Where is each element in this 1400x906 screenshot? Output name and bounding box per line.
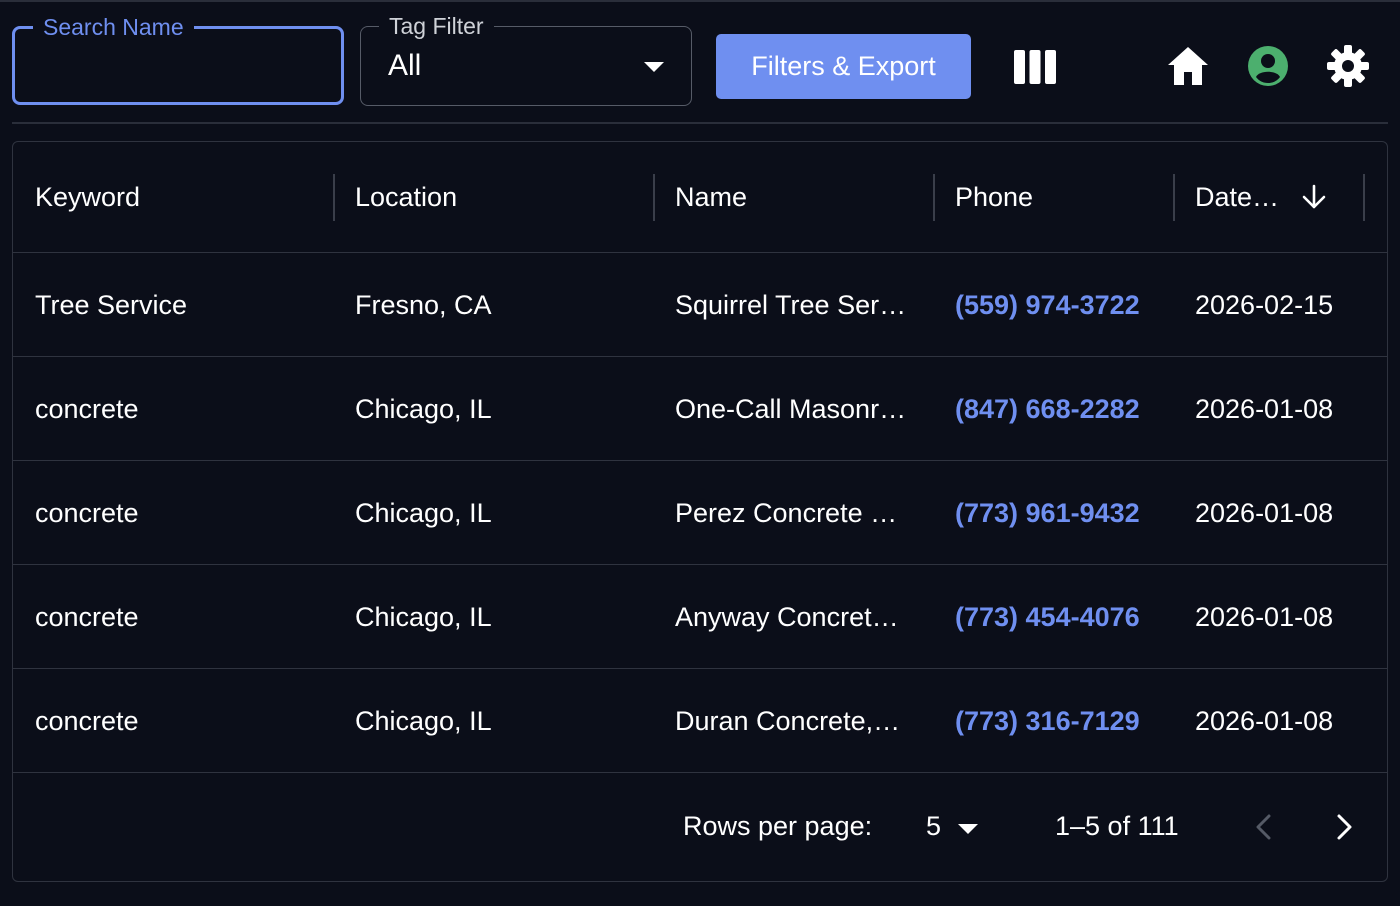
table-row[interactable]: concrete Chicago, IL One-Call Masonr… (8… xyxy=(13,357,1387,461)
column-header-name[interactable]: Name xyxy=(653,142,933,252)
phone-link[interactable]: (847) 668-2282 xyxy=(955,394,1140,425)
chevron-right-icon xyxy=(1337,814,1352,840)
table-row[interactable]: concrete Chicago, IL Perez Concrete … (7… xyxy=(13,461,1387,565)
cell-location: Chicago, IL xyxy=(355,705,492,736)
rows-per-page-value: 5 xyxy=(926,811,942,841)
cell-keyword: concrete xyxy=(35,705,139,736)
cell-location: Chicago, IL xyxy=(355,497,492,528)
table-header: Keyword Location Name Phone Date… xyxy=(13,142,1387,253)
cell-location: Chicago, IL xyxy=(355,601,492,632)
cell-date: 2026-02-15 xyxy=(1195,289,1334,320)
phone-link[interactable]: (773) 316-7129 xyxy=(955,706,1140,737)
rows-per-page-select[interactable]: 5 xyxy=(926,809,996,845)
search-input[interactable] xyxy=(31,43,326,85)
pagination-footer: Rows per page: 5 1–5 of 111 xyxy=(13,775,1387,881)
top-border xyxy=(0,0,1400,2)
pagination-range: 1–5 of 111 xyxy=(1055,811,1179,841)
columns-icon[interactable] xyxy=(1014,50,1056,84)
previous-page-button[interactable] xyxy=(1249,811,1279,843)
column-header-date[interactable]: Date… xyxy=(1173,142,1363,252)
cell-name: One-Call Masonr… xyxy=(675,393,907,424)
search-field[interactable]: Search Name xyxy=(12,13,344,105)
cell-name: Duran Concrete,… xyxy=(675,705,901,736)
column-separator[interactable] xyxy=(1363,174,1365,221)
filters-export-button[interactable]: Filters & Export xyxy=(716,34,971,99)
cell-name: Anyway Concret… xyxy=(675,601,899,632)
cell-date: 2026-01-08 xyxy=(1195,497,1334,528)
cell-name: Squirrel Tree Ser… xyxy=(675,289,907,320)
tag-filter-select[interactable]: Tag Filter All xyxy=(360,13,692,106)
column-header-phone[interactable]: Phone xyxy=(933,142,1173,252)
cell-phone: (847) 668-2282 xyxy=(933,357,1173,461)
toolbar-divider xyxy=(12,122,1388,124)
tag-filter-label: Tag Filter xyxy=(379,13,494,39)
home-icon[interactable] xyxy=(1166,45,1210,87)
cell-keyword: concrete xyxy=(35,497,139,528)
tag-filter-value: All xyxy=(388,49,422,82)
phone-link[interactable]: (773) 454-4076 xyxy=(955,602,1140,633)
account-icon[interactable] xyxy=(1247,45,1289,87)
phone-link[interactable]: (773) 961-9432 xyxy=(955,498,1140,529)
cell-keyword: concrete xyxy=(35,601,139,632)
sort-arrow-down-icon[interactable] xyxy=(1301,184,1327,210)
column-header-keyword[interactable]: Keyword xyxy=(13,142,333,252)
cell-location: Chicago, IL xyxy=(355,393,492,424)
cell-phone: (559) 974-3722 xyxy=(933,253,1173,357)
search-label: Search Name xyxy=(33,13,194,41)
chevron-left-icon xyxy=(1256,814,1271,840)
next-page-button[interactable] xyxy=(1329,811,1359,843)
cell-phone: (773) 961-9432 xyxy=(933,461,1173,565)
cell-phone: (773) 454-4076 xyxy=(933,565,1173,669)
cell-name: Perez Concrete … xyxy=(675,497,898,528)
column-header-location[interactable]: Location xyxy=(333,142,653,252)
cell-date: 2026-01-08 xyxy=(1195,393,1334,424)
caret-down-icon xyxy=(958,824,978,834)
cell-keyword: Tree Service xyxy=(35,289,188,320)
caret-down-icon xyxy=(644,62,664,72)
cell-date: 2026-01-08 xyxy=(1195,705,1334,736)
rows-per-page-label: Rows per page: xyxy=(683,811,873,841)
table-row[interactable]: concrete Chicago, IL Duran Concrete,… (7… xyxy=(13,669,1387,773)
cell-keyword: concrete xyxy=(35,393,139,424)
cell-phone: (773) 316-7129 xyxy=(933,669,1173,773)
data-grid: Keyword Location Name Phone Date… Tree S… xyxy=(12,141,1388,882)
table-row[interactable]: Tree Service Fresno, CA Squirrel Tree Se… xyxy=(13,253,1387,357)
cell-location: Fresno, CA xyxy=(355,289,492,320)
table-row[interactable]: concrete Chicago, IL Anyway Concret… (77… xyxy=(13,565,1387,669)
gear-icon[interactable] xyxy=(1326,44,1370,88)
phone-link[interactable]: (559) 974-3722 xyxy=(955,290,1140,321)
cell-date: 2026-01-08 xyxy=(1195,601,1334,632)
